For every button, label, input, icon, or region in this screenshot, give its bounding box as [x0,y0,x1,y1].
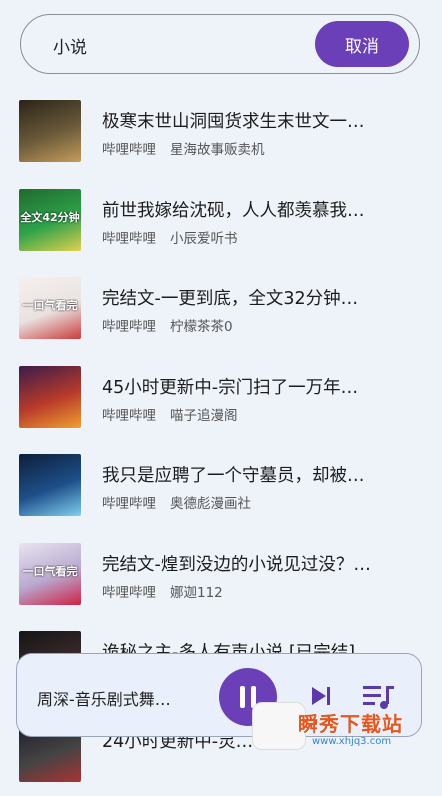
result-item[interactable]: 全文42分钟 前世我嫁给沈砚，人人都羡慕我… 哔哩哔哩 小辰爱听书 [0,177,442,265]
result-meta: 哔哩哔哩 小辰爱听书 [102,227,238,247]
result-thumbnail: 一口气看完 [19,542,81,605]
result-meta: 哔哩哔哩 星海故事贩卖机 [102,138,265,158]
result-uploader: 星海故事贩卖机 [170,142,265,158]
result-uploader: 奥德彪漫画社 [170,496,251,512]
result-source: 哔哩哔哩 [102,496,156,512]
watermark-url: www.xhjq3.com [312,736,392,747]
search-bar: 取消 [20,14,420,74]
result-title: 我只是应聘了一个守墓员，却被… [102,466,365,486]
result-thumbnail [19,365,81,428]
result-title: 完结文-煌到没边的小说见过没？… [102,554,371,575]
thumbnail-caption: 全文42分钟 [20,210,80,224]
watermark-text: 瞬秀下载站 [298,712,403,736]
watermark-logo: 瞬秀下载站 www.xhjq3.com [252,702,442,758]
result-title: 极寒末世山洞囤货求生末世文一… [102,112,365,132]
result-source: 哔哩哔哩 [102,319,156,335]
result-item[interactable]: 我只是应聘了一个守墓员，却被… 哔哩哔哩 奥德彪漫画社 [0,442,442,530]
result-thumbnail: 一口气看完 [19,277,81,339]
result-uploader: 小辰爱听书 [170,230,238,247]
result-title: 前世我嫁给沈砚，人人都羡慕我… [102,200,365,221]
result-thumbnail [19,454,81,516]
result-title: 完结文-一更到底，全文32分钟… [102,289,359,309]
result-uploader: 柠檬茶茶0 [170,319,233,335]
result-uploader: 喵子追漫阁 [170,407,238,424]
result-uploader: 娜迦112 [170,584,223,601]
result-meta: 哔哩哔哩 喵子追漫阁 [102,404,238,424]
search-input[interactable] [53,32,293,58]
result-source: 哔哩哔哩 [102,142,156,158]
result-item[interactable]: 一口气看完 完结文-一更到底，全文32分钟… 哔哩哔哩 柠檬茶茶0 [0,265,442,353]
result-item[interactable]: 一口气看完 完结文-煌到没边的小说见过没？… 哔哩哔哩 娜迦112 [0,531,442,619]
result-item[interactable]: 45小时更新中-宗门扫了一万年… 哔哩哔哩 喵子追漫阁 [0,354,442,442]
thumbnail-caption: 一口气看完 [22,299,78,312]
result-source: 哔哩哔哩 [102,407,156,424]
result-title: 45小时更新中-宗门扫了一万年… [102,377,359,398]
cancel-button[interactable]: 取消 [315,21,409,67]
result-meta: 哔哩哔哩 娜迦112 [102,581,223,601]
thumbnail-caption: 一口气看完 [22,564,78,578]
result-thumbnail [19,100,81,162]
now-playing-title: 周深-音乐剧式舞… [37,690,171,709]
result-source: 哔哩哔哩 [102,230,156,247]
result-meta: 哔哩哔哩 柠檬茶茶0 [102,315,233,335]
result-source: 哔哩哔哩 [102,584,156,601]
result-item[interactable]: 极寒末世山洞囤货求生末世文一… 哔哩哔哩 星海故事贩卖机 [0,88,442,176]
result-thumbnail: 全文42分钟 [19,188,81,251]
result-meta: 哔哩哔哩 奥德彪漫画社 [102,492,251,512]
